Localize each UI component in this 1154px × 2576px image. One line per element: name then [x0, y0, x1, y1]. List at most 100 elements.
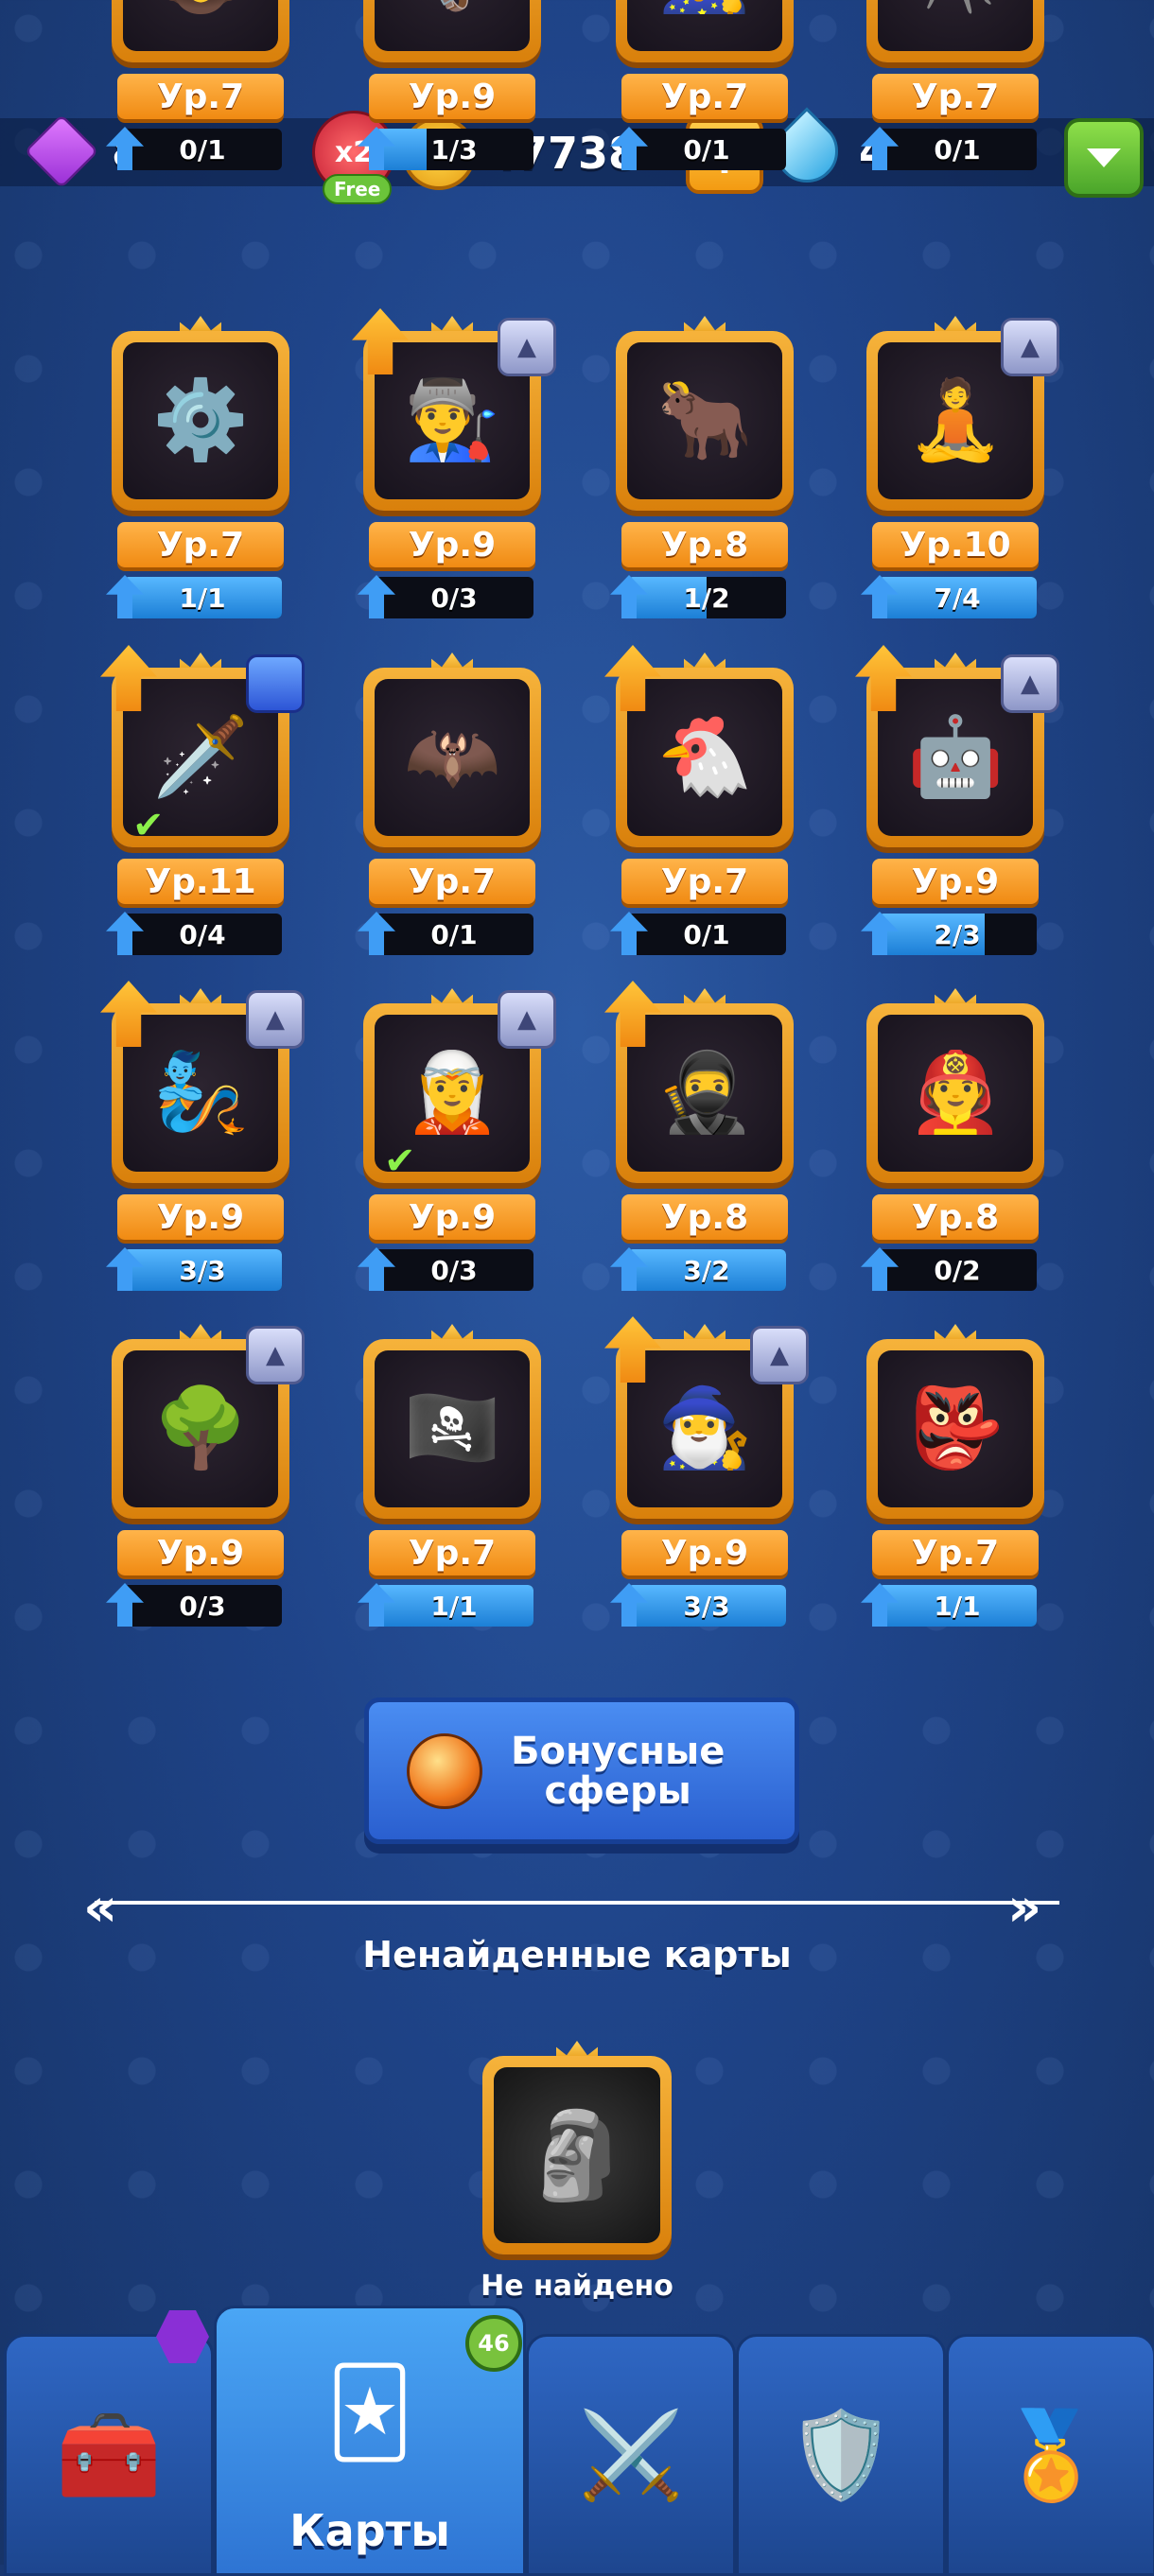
hero-portrait-icon: 🐔 — [627, 679, 782, 836]
card-progress-bar: 7/4 — [878, 577, 1037, 618]
hero-card[interactable]: 🐔 Ур.7 0/1 — [604, 645, 799, 955]
hero-portrait-icon: 🐂 — [627, 342, 782, 499]
checkmark-icon: ✔ — [384, 1140, 416, 1183]
tab-battle[interactable]: ⚔️ — [526, 2334, 736, 2576]
card-frame: ⚙️ — [112, 331, 289, 511]
card-level: Ур.8 — [872, 1194, 1039, 1240]
free-tag: Free — [323, 174, 393, 204]
card-progress-text: 0/1 — [683, 133, 730, 165]
hero-card[interactable]: 🧞 ▲ Ур.9 3/3 — [100, 981, 305, 1291]
hero-card[interactable]: 👺 Ур.7 1/1 — [861, 1324, 1050, 1627]
hero-card[interactable]: 🧙‍♂️ ▲ Ур.9 3/3 — [604, 1316, 809, 1627]
card-progress-text: 0/3 — [179, 1590, 226, 1622]
card-level: Ур.7 — [369, 859, 535, 904]
unfound-card[interactable]: 🗿 — [482, 2041, 672, 2254]
hero-card[interactable]: 🧘 ▲ Ур.10 7/4 — [861, 316, 1059, 618]
shield-icon: 🛡️ — [787, 2405, 895, 2505]
hero-card[interactable]: 🧑‍🚒 Ур.8 0/2 — [861, 988, 1050, 1291]
card-level: Ур.9 — [117, 1194, 284, 1240]
card-level: Ур.9 — [621, 1530, 788, 1575]
card-progress-bar: 3/3 — [123, 1249, 282, 1291]
card-progress-bar: 0/3 — [123, 1585, 282, 1627]
cards-count-badge: 46 — [465, 2315, 522, 2372]
card-progress-text: 1/3 — [430, 133, 478, 165]
tab-clan[interactable]: 🛡️ — [736, 2334, 946, 2576]
card-progress-text: 0/1 — [934, 133, 981, 165]
card-frame: 🦇 — [363, 668, 541, 847]
card-level: Ур.9 — [872, 859, 1039, 904]
menu-dropdown-button[interactable] — [1064, 118, 1144, 198]
hero-portrait-icon: 👺 — [878, 1350, 1033, 1507]
card-progress-bar: 0/2 — [878, 1249, 1037, 1291]
tab-cards-label: Карты — [289, 2505, 450, 2556]
hero-card[interactable]: 🦇 Ур.7 0/1 — [358, 653, 547, 955]
card-level: Ур.8 — [621, 522, 788, 567]
hero-card[interactable]: 🕷️ Ур.7 0/1 — [861, 0, 1050, 170]
card-frame: 🧔 — [112, 0, 289, 62]
card-progress-bar: 2/3 — [878, 914, 1037, 955]
card-level: Ур.10 — [872, 522, 1039, 567]
hero-card[interactable]: 🪖 Ур.9 1/3 — [358, 0, 547, 170]
hero-portrait-icon: 🕷️ — [878, 0, 1033, 51]
card-level: Ур.7 — [369, 1530, 535, 1575]
bonus-spheres-label: Бонусные сферы — [511, 1732, 725, 1811]
card-frame: 👺 — [866, 1339, 1044, 1519]
card-level: Ур.9 — [369, 74, 535, 119]
bonus-label-line2: сферы — [544, 1768, 691, 1813]
hero-card[interactable]: 🧝 ▲ ✔ Ур.9 0/3 — [358, 988, 556, 1291]
tab-ranking[interactable]: 🏅 — [946, 2334, 1154, 2576]
card-level: Ур.9 — [117, 1530, 284, 1575]
rarity-triangle-icon: ▲ — [1001, 318, 1059, 376]
hero-card[interactable]: 🌳 ▲ Ур.9 0/3 — [106, 1324, 305, 1627]
card-progress-text: 1/1 — [179, 582, 226, 614]
not-found-label: Не найдено — [481, 2270, 673, 2303]
card-progress-bar: 0/1 — [627, 914, 786, 955]
card-level: Ур.7 — [872, 74, 1039, 119]
hero-card[interactable]: 🥷 Ур.8 3/2 — [604, 981, 799, 1291]
card-level: Ур.11 — [117, 859, 284, 904]
hero-card[interactable]: 👨‍🏭 ▲ Ур.9 0/3 — [352, 308, 556, 618]
rarity-triangle-icon: ▲ — [1001, 654, 1059, 713]
section-divider — [95, 1901, 1059, 1905]
hero-card[interactable]: ⚙️ Ур.7 1/1 — [106, 316, 295, 618]
card-level: Ур.7 — [117, 522, 284, 567]
hero-card[interactable]: 🤖 ▲ Ур.9 2/3 — [855, 645, 1059, 955]
card-frame: 🪖 — [363, 0, 541, 62]
card-progress-bar: 3/3 — [627, 1585, 786, 1627]
card-progress-bar: 0/4 — [123, 914, 282, 955]
card-progress-text: 7/4 — [934, 582, 981, 614]
card-progress-bar: 0/1 — [878, 129, 1037, 170]
hero-card[interactable]: 🐂 Ур.8 1/2 — [610, 316, 799, 618]
card-progress-text: 0/4 — [179, 918, 226, 950]
card-progress-bar: 0/1 — [375, 914, 533, 955]
tab-chest[interactable]: 🧰 — [4, 2334, 214, 2576]
card-level: Ур.9 — [369, 1194, 535, 1240]
card-level: Ур.7 — [621, 74, 788, 119]
card-progress-text: 0/1 — [430, 918, 478, 950]
card-progress-text: 1/1 — [430, 1590, 478, 1622]
card-progress-bar: 0/1 — [627, 129, 786, 170]
bonus-spheres-button[interactable]: Бонусные сферы — [364, 1697, 799, 1844]
card-frame: 🗿 — [482, 2056, 672, 2254]
card-progress-text: 2/3 — [934, 918, 981, 950]
hero-card[interactable]: 🧔 Ур.7 0/1 — [106, 0, 295, 170]
hero-portrait-icon: 🦇 — [375, 679, 530, 836]
laurel-badge-icon: 🏅 — [997, 2405, 1105, 2505]
card-level: Ур.9 — [369, 522, 535, 567]
hero-card[interactable]: 🗡️ ✔ Ур.11 0/4 — [100, 645, 305, 955]
rarity-triangle-icon: ▲ — [750, 1326, 809, 1384]
hero-card[interactable]: 🧙 Ур.7 0/1 — [610, 0, 799, 170]
hero-card[interactable]: 🏴‍☠️ Ур.7 1/1 — [358, 1324, 547, 1627]
bonus-label-line1: Бонусные — [511, 1729, 726, 1773]
rarity-square-icon — [246, 654, 305, 713]
chest-icon: 🧰 — [55, 2405, 163, 2505]
card-progress-bar: 0/3 — [375, 577, 533, 618]
card-progress-text: 0/2 — [934, 1254, 981, 1286]
card-progress-text: 1/1 — [934, 1590, 981, 1622]
hero-portrait-icon: 🧑‍🚒 — [878, 1015, 1033, 1172]
gem-icon — [24, 113, 99, 189]
rarity-triangle-icon: ▲ — [498, 318, 556, 376]
card-progress-text: 0/1 — [179, 133, 226, 165]
crossed-swords-icon: ⚔️ — [577, 2405, 685, 2505]
card-frame: 🕷️ — [866, 0, 1044, 62]
